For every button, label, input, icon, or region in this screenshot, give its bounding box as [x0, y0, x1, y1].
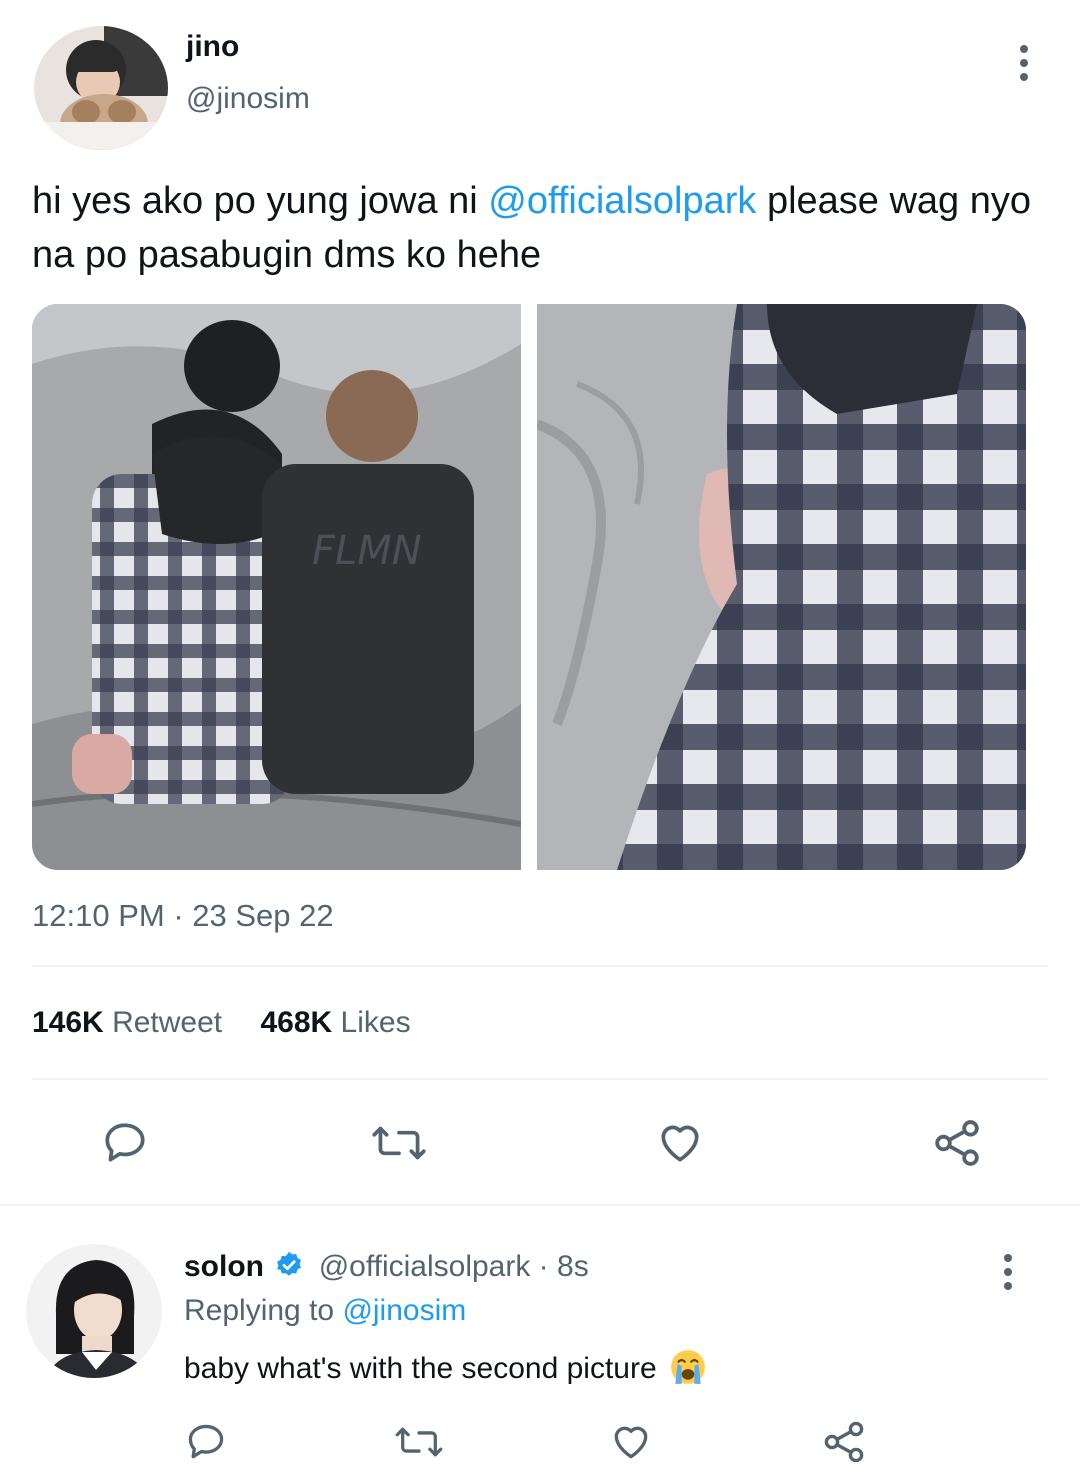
reply-icon[interactable] — [100, 1118, 150, 1168]
share-icon[interactable] — [930, 1116, 984, 1170]
likes-label: Likes — [340, 1006, 411, 1039]
reply-reply-icon[interactable] — [184, 1420, 228, 1464]
retweets-stat[interactable]: 146K Retweet — [32, 1006, 222, 1039]
tweet-timestamp[interactable]: 12:10 PM · 23 Sep 22 — [32, 898, 334, 934]
replying-handle-link[interactable]: @jinosim — [342, 1294, 466, 1327]
tweet-photo-2[interactable] — [537, 304, 1026, 870]
replying-to: Replying to @jinosim — [184, 1294, 466, 1328]
tweet-text: hi yes ako po yung jowa ni @officialsolp… — [32, 174, 1042, 282]
reply-share-icon[interactable] — [820, 1418, 868, 1466]
reply-header: solon @officialsolpark · 8s — [184, 1250, 589, 1288]
author-handle[interactable]: @jinosim — [186, 82, 310, 116]
likes-count: 468K — [260, 1006, 333, 1039]
reply-time[interactable]: 8s — [557, 1250, 589, 1283]
author-avatar[interactable] — [34, 26, 168, 150]
divider — [32, 1078, 1048, 1080]
divider — [32, 965, 1048, 967]
replying-prefix: Replying to — [184, 1294, 343, 1327]
mention-link[interactable]: @officialsolpark — [488, 180, 756, 222]
tweet-text-start: hi yes ako po yung jowa ni — [32, 180, 489, 222]
section-divider — [0, 1204, 1080, 1206]
reply-time-separator: · — [530, 1250, 558, 1283]
reply-author-name[interactable]: solon — [184, 1250, 264, 1283]
retweet-icon[interactable] — [366, 1118, 432, 1168]
reply-more-icon[interactable] — [998, 1254, 1018, 1290]
reply-text: baby what's with the second picture — [184, 1348, 707, 1394]
reply-avatar[interactable] — [26, 1244, 162, 1378]
more-icon[interactable] — [1014, 45, 1034, 81]
reply-like-icon[interactable] — [608, 1420, 654, 1464]
retweets-label: Retweet — [112, 1006, 223, 1039]
likes-stat[interactable]: 468K Likes — [260, 1006, 410, 1039]
crying-emoji-icon — [669, 1348, 707, 1394]
like-icon[interactable] — [654, 1118, 706, 1168]
tweet-stats: 146K Retweet 468K Likes — [32, 1006, 411, 1040]
reply-text-body: baby what's with the second picture — [184, 1352, 657, 1385]
tweet-photo-1[interactable]: FLMN — [32, 304, 521, 870]
author-name[interactable]: jino — [186, 30, 239, 64]
svg-text:FLMN: FLMN — [312, 528, 422, 574]
timestamp-separator: · — [164, 898, 193, 933]
tweet-time: 12:10 PM — [32, 898, 165, 933]
tweet-date: 23 Sep 22 — [192, 898, 334, 933]
retweets-count: 146K — [32, 1006, 104, 1039]
verified-badge-icon — [274, 1250, 304, 1288]
reply-author-handle[interactable]: @officialsolpark — [319, 1250, 531, 1283]
reply-retweet-icon[interactable] — [390, 1420, 448, 1464]
